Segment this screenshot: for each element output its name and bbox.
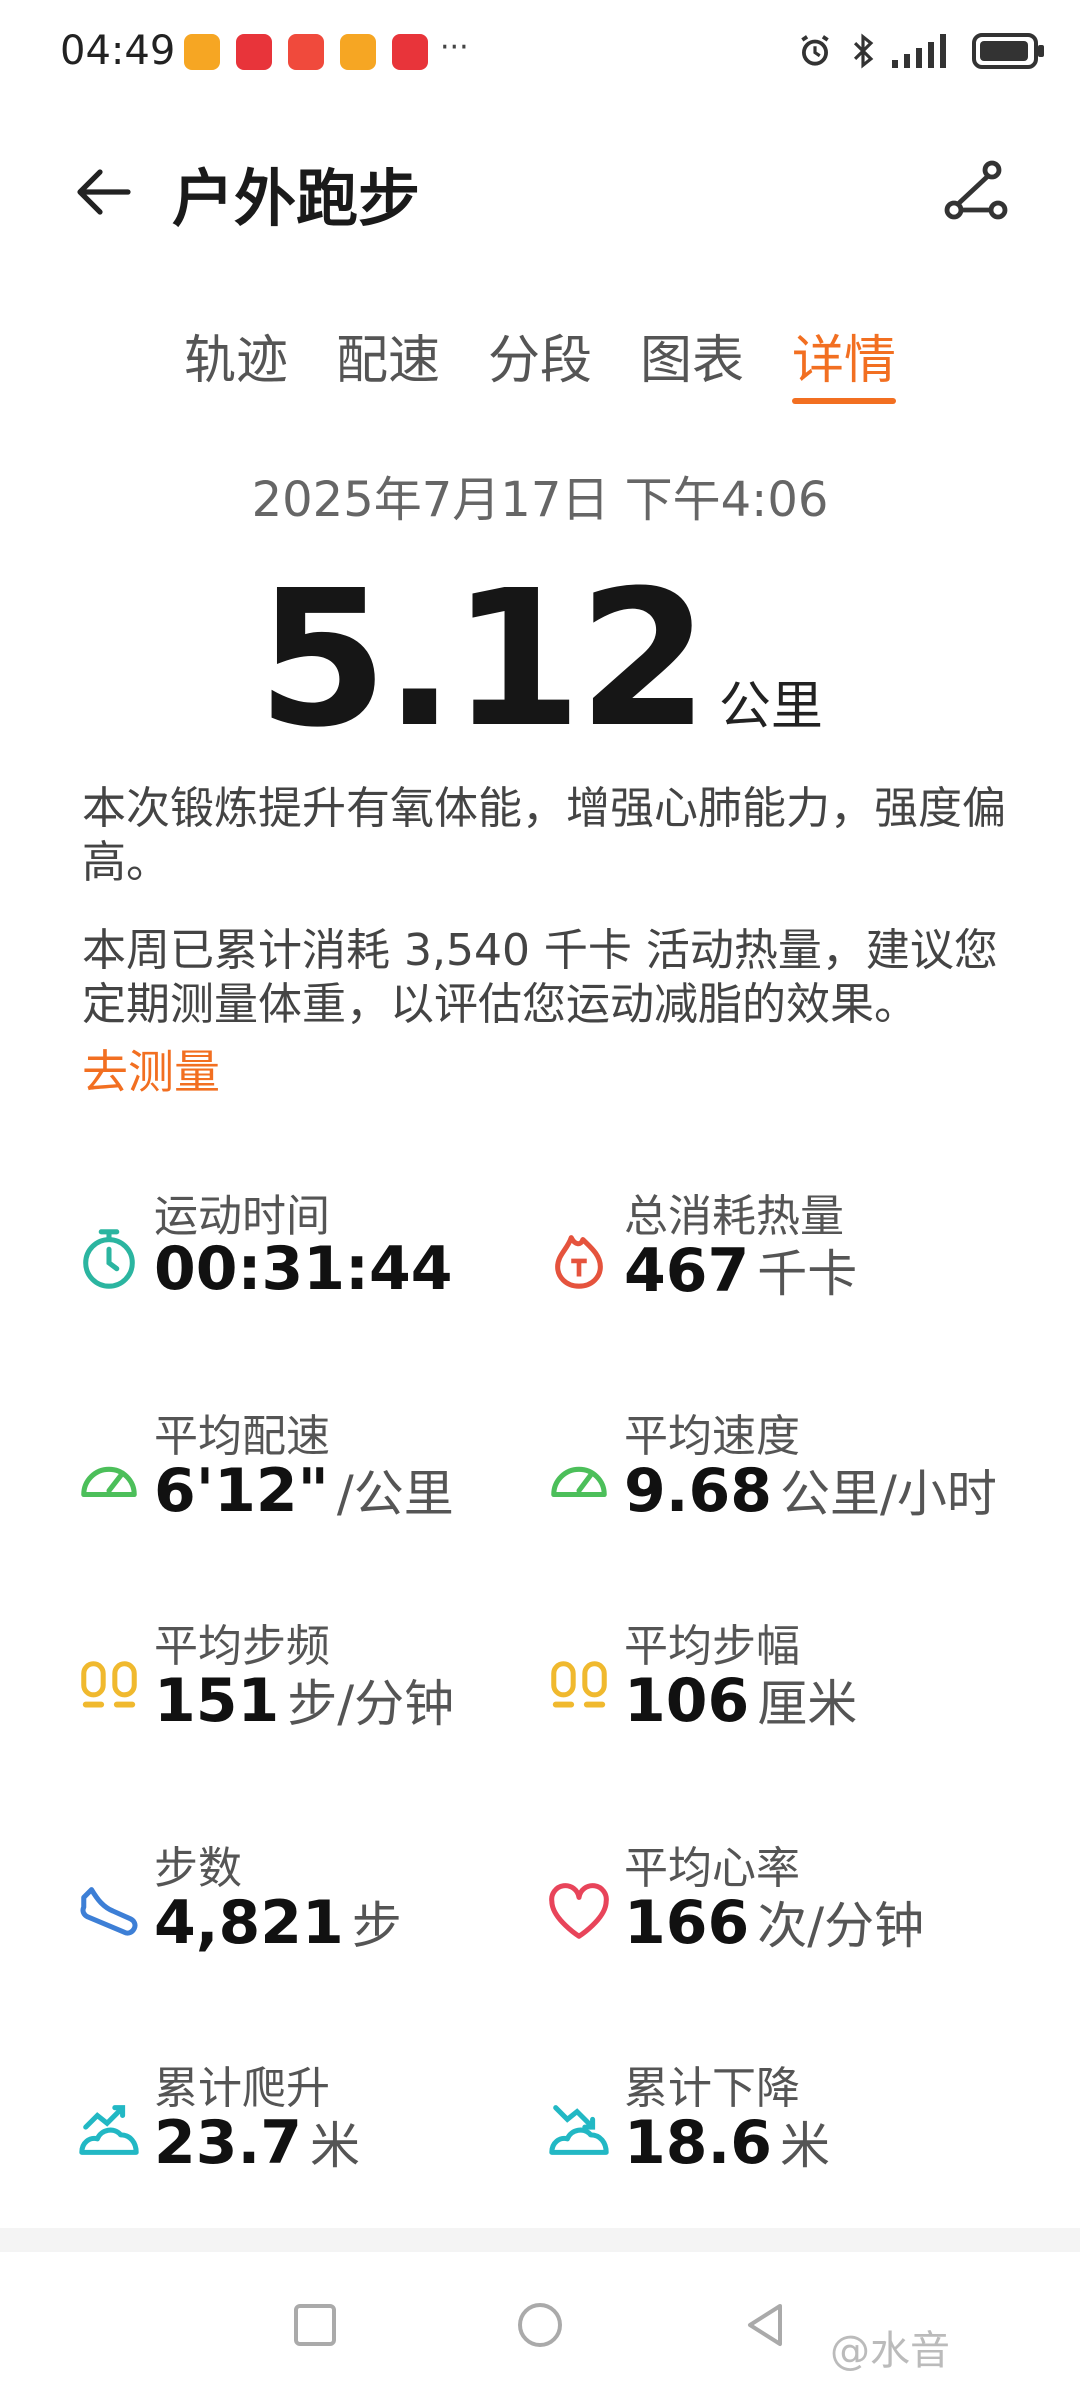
- metric-avg-pace: 平均配速 6'12"/公里: [76, 1400, 536, 1550]
- metric-value: 18.6: [624, 2108, 773, 2178]
- more-notifications-indicator: ···: [440, 30, 469, 65]
- metric-value: 4,821: [154, 1888, 344, 1958]
- speedometer-icon: [81, 1466, 137, 1498]
- metric-total-ascent: 累计爬升 23.7 米: [76, 2052, 536, 2202]
- metric-value: 9.68: [624, 1456, 773, 1526]
- workout-date: 2025年7月17日 下午4:06: [251, 472, 829, 528]
- square-icon: [294, 2304, 336, 2346]
- total-distance: 5.12 公里: [0, 550, 1080, 769]
- share-route-button[interactable]: [940, 154, 1012, 226]
- tab-charts[interactable]: 图表: [616, 318, 768, 408]
- recent-apps-button[interactable]: [290, 2300, 340, 2350]
- metric-value: 6'12": [154, 1456, 329, 1526]
- metric-value: 166: [624, 1888, 750, 1958]
- circle-icon: [518, 2303, 562, 2347]
- watermark: @水音: [830, 2328, 950, 2374]
- flame-icon: [555, 1235, 603, 1289]
- metric-unit: 步: [351, 1897, 402, 1955]
- signal-icon: [892, 34, 946, 68]
- tab-pace[interactable]: 配速: [312, 318, 464, 408]
- notification-app-icon: [288, 34, 324, 70]
- arrow-left-icon: [77, 169, 131, 215]
- metric-avg-speed: 平均速度 9.68 公里/小时: [546, 1400, 1006, 1550]
- alarm-icon: [801, 35, 829, 66]
- metric-steps: 步数 4,821 步: [76, 1832, 536, 1982]
- notification-app-icon: [184, 34, 220, 70]
- route-share-icon: [944, 160, 1008, 220]
- metric-value: 467: [624, 1236, 750, 1306]
- metric-value: 106: [624, 1666, 750, 1736]
- back-button[interactable]: [72, 160, 136, 224]
- page-title: 户外跑步: [172, 162, 421, 235]
- tab-track[interactable]: 轨迹: [160, 318, 312, 408]
- measure-weight-link[interactable]: 去测量: [82, 1036, 220, 1102]
- heart-icon: [549, 1883, 609, 1939]
- tab-bar: 轨迹 配速 分段 图表 详情: [0, 318, 1080, 408]
- metric-value: 151: [154, 1666, 280, 1736]
- metric-unit: 厘米: [757, 1675, 858, 1733]
- running-shoe-icon: [80, 1887, 138, 1936]
- speedometer-icon: [551, 1466, 607, 1498]
- metric-unit: 米: [780, 2117, 831, 2175]
- home-button[interactable]: [515, 2300, 565, 2350]
- metric-avg-stride: 平均步幅 106 厘米: [546, 1610, 1006, 1760]
- weekly-calorie-note: 本周已累计消耗 3,540 千卡 活动热量，建议您定期测量体重，以评估您运动减脂…: [82, 925, 998, 1030]
- metric-total-descent: 累计下降 18.6 米: [546, 2052, 1006, 2202]
- status-time: 04:49: [60, 28, 176, 74]
- metric-value: 00:31:44: [154, 1234, 453, 1304]
- metric-avg-heart-rate: 平均心率 166 次/分钟: [546, 1832, 1006, 1982]
- tab-splits[interactable]: 分段: [464, 318, 616, 408]
- tab-details[interactable]: 详情: [768, 318, 920, 408]
- distance-unit: 公里: [718, 677, 823, 737]
- notification-app-icon: [236, 34, 272, 70]
- descent-icon: [549, 2105, 609, 2155]
- footprints-icon: [81, 1661, 137, 1708]
- metric-unit: 次/分钟: [757, 1897, 925, 1955]
- metric-unit: /公里: [336, 1465, 454, 1523]
- content-divider: [0, 2228, 1080, 2252]
- metric-unit: 米: [310, 2117, 361, 2175]
- stopwatch-icon: [83, 1229, 135, 1289]
- metric-duration: 运动时间 00:31:44: [76, 1180, 536, 1330]
- workout-description: 本次锻炼提升有氧体能，增强心肺能力，强度偏高。: [82, 783, 1006, 888]
- ascent-icon: [79, 2105, 139, 2155]
- metric-unit: 公里/小时: [780, 1465, 997, 1523]
- metric-unit: 千卡: [757, 1245, 858, 1303]
- metric-calories: 总消耗热量 467 千卡: [546, 1180, 1006, 1330]
- metric-unit: 步/分钟: [287, 1675, 455, 1733]
- triangle-back-icon: [748, 2304, 782, 2346]
- metric-value: 23.7: [154, 2108, 303, 2178]
- status-icons: [796, 32, 1046, 70]
- bluetooth-icon: [853, 33, 874, 69]
- notification-app-icon: [392, 34, 428, 70]
- metric-avg-cadence: 平均步频 151 步/分钟: [76, 1610, 536, 1760]
- battery-icon: [972, 33, 1044, 69]
- back-nav-button[interactable]: [740, 2300, 790, 2350]
- footprints-icon: [551, 1661, 607, 1708]
- notification-app-icon: [340, 34, 376, 70]
- distance-value: 5.12: [257, 550, 709, 769]
